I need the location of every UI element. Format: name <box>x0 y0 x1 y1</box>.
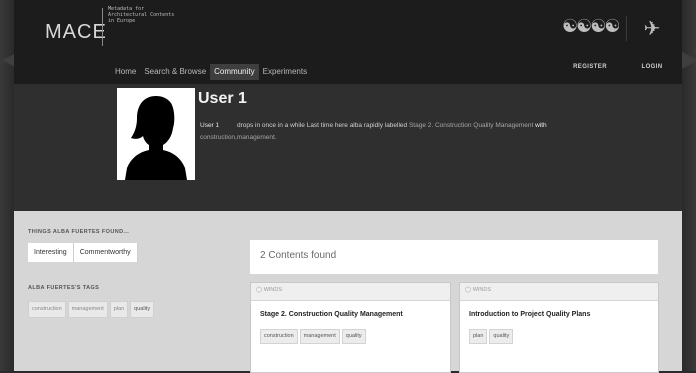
card-tag[interactable]: management <box>299 329 340 344</box>
card-tags: construction management quality <box>260 329 366 344</box>
nav-search-browse[interactable]: Search & Browse <box>140 64 210 80</box>
card-tag[interactable]: plan <box>469 329 488 344</box>
bio-tags-link[interactable]: construction,management. <box>200 134 277 141</box>
plane-icon: ✈ <box>643 18 661 40</box>
profile-section: User 1 User 1 drops in once in a while L… <box>14 84 682 211</box>
card-tag[interactable]: construction <box>260 329 298 344</box>
site-header: MACE Metadata for Architectural Contents… <box>14 0 682 84</box>
card-source-label: WINDS <box>263 287 283 293</box>
card-header: ◯ WINDS <box>460 283 658 301</box>
avatar <box>117 88 195 180</box>
tagline-line: in Europe <box>108 18 136 24</box>
logo-divider <box>102 8 103 46</box>
card-tag[interactable]: quality <box>341 329 366 344</box>
found-tabs: Interesting Commentworthy <box>28 243 138 262</box>
bio-text: drops in once in a while Last time here … <box>236 122 408 129</box>
card-header: ◯ WINDS <box>251 283 450 301</box>
results-header: 2 Contents found <box>250 240 658 274</box>
card-source: ◯ WINDS <box>465 287 492 293</box>
main-nav: Home Search & Browse Community Experimen… <box>111 64 311 80</box>
tag-construction[interactable]: construction <box>28 301 66 318</box>
tag-quality[interactable]: quality <box>130 301 155 318</box>
login-button[interactable]: ✈ LOGIN <box>626 16 677 70</box>
bio-content-link[interactable]: Stage 2. Construction Quality Management <box>409 122 533 129</box>
site-logo[interactable]: MACE <box>45 21 107 44</box>
found-title: THINGS ALBA FUERTES FOUND... <box>28 229 130 235</box>
tag-plan[interactable]: plan <box>109 301 129 318</box>
bio-with: with <box>535 122 547 129</box>
card-title[interactable]: Introduction to Project Quality Plans <box>469 311 590 318</box>
user-name: User 1 <box>198 90 247 107</box>
user-silhouette-icon <box>125 96 187 180</box>
tab-interesting[interactable]: Interesting <box>28 243 74 262</box>
card-title[interactable]: Stage 2. Construction Quality Management <box>260 311 403 318</box>
tags-title: ALBA FUERTES'S TAGS <box>28 285 100 291</box>
people-icon: ☯☯☯☯ <box>562 16 621 36</box>
content-card[interactable]: ◯ WINDS Stage 2. Construction Quality Ma… <box>250 282 451 373</box>
tab-commentworthy[interactable]: Commentworthy <box>74 243 138 262</box>
results-count: 2 Contents found <box>260 250 337 261</box>
nav-home[interactable]: Home <box>111 64 140 80</box>
tag-management[interactable]: management <box>67 301 108 318</box>
login-label: LOGIN <box>641 64 663 70</box>
scroll-right-icon[interactable]: ▶ <box>682 48 696 70</box>
user-tags: construction management plan quality <box>28 301 155 318</box>
site-tagline: Metadata for Architectural Contents in E… <box>108 6 188 24</box>
nav-experiments[interactable]: Experiments <box>259 64 311 80</box>
card-source-label: WINDS <box>472 287 492 293</box>
register-label: REGISTER <box>573 64 607 70</box>
content-section: THINGS ALBA FUERTES FOUND... Interesting… <box>14 211 682 373</box>
user-bio: User 1 drops in once in a while Last tim… <box>200 120 580 144</box>
card-tags: plan quality <box>469 329 514 344</box>
nav-community[interactable]: Community <box>210 64 259 80</box>
register-button[interactable]: ☯☯☯☯ REGISTER <box>562 16 621 70</box>
card-source: ◯ WINDS <box>256 287 283 293</box>
card-tag[interactable]: quality <box>489 329 514 344</box>
content-card[interactable]: ◯ WINDS Introduction to Project Quality … <box>459 282 659 373</box>
bio-label: User 1 <box>200 122 220 129</box>
